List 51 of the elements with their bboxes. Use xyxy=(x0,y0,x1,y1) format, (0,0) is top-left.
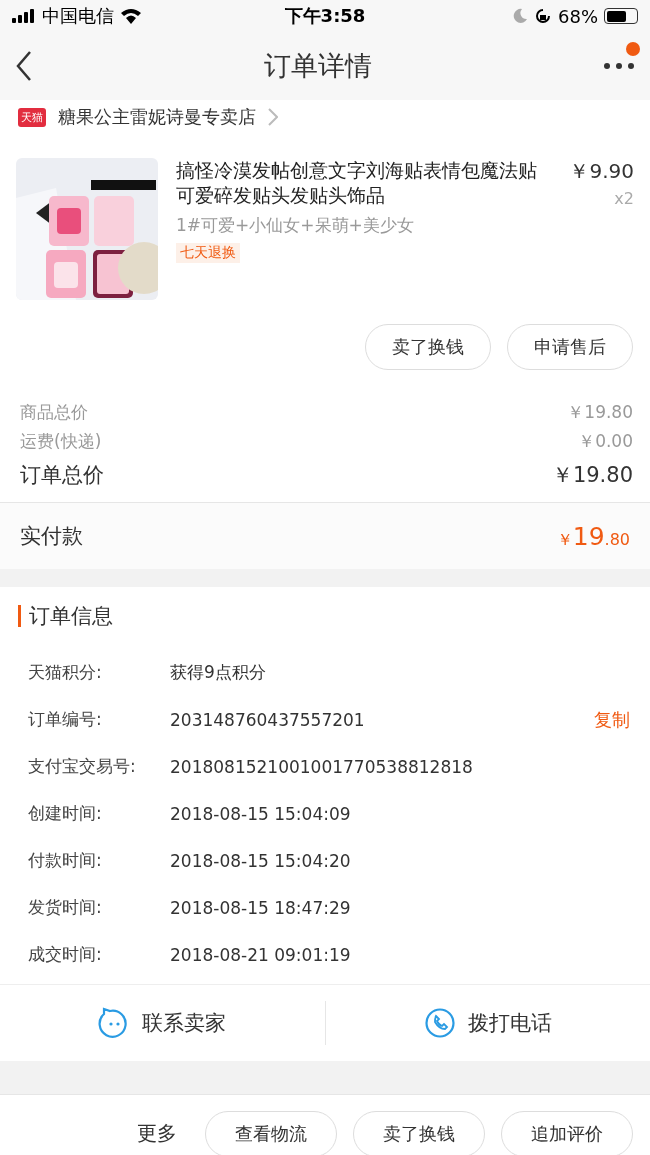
total-value: ￥19.80 xyxy=(551,462,633,489)
rotation-lock-icon xyxy=(534,7,552,25)
store-badge: 天猫 xyxy=(18,107,46,127)
carrier-name: 中国电信 xyxy=(42,4,114,28)
signal-icon xyxy=(12,9,36,23)
info-label: 成交时间: xyxy=(28,943,103,966)
more-icon[interactable] xyxy=(604,63,634,69)
more-link[interactable]: 更多 xyxy=(137,1120,177,1147)
action-button[interactable]: 查看物流 xyxy=(205,1110,337,1155)
battery-icon xyxy=(604,8,638,24)
info-label: 付款时间: xyxy=(28,849,103,872)
wifi-icon xyxy=(120,8,142,24)
info-label: 天猫积分: xyxy=(28,661,103,684)
info-value: 获得9点积分 xyxy=(170,661,267,684)
page-title: 订单详情 xyxy=(264,49,372,83)
info-label: 支付宝交易号: xyxy=(28,755,137,778)
back-icon[interactable] xyxy=(16,51,32,81)
product-price: ￥9.90 xyxy=(569,158,634,185)
info-value: 2018-08-15 15:04:09 xyxy=(170,803,352,824)
info-label: 订单编号: xyxy=(28,708,103,731)
info-value: 2018-08-15 15:04:20 xyxy=(170,850,352,871)
return-policy-tag: 七天退换 xyxy=(176,243,240,263)
info-label: 创建时间: xyxy=(28,802,103,825)
action-button[interactable]: 卖了换钱 xyxy=(353,1110,485,1155)
info-value: 2018-08-21 09:01:19 xyxy=(170,944,352,965)
product-quantity: x2 xyxy=(614,189,634,208)
product-title[interactable]: 搞怪冷漠发帖创意文字刘海贴表情包魔法贴可爱碎发贴头发贴头饰品 xyxy=(176,158,552,208)
total-value: ￥0.00 xyxy=(578,430,633,453)
product-variant: 1#可爱+小仙女+呆萌+美少女 xyxy=(176,214,414,237)
total-label: 商品总价 xyxy=(20,401,88,424)
info-label: 发货时间: xyxy=(28,896,103,919)
action-button[interactable]: 追加评价 xyxy=(501,1110,633,1155)
action-button[interactable]: 卖了换钱 xyxy=(365,324,491,370)
status-time: 下午3:58 xyxy=(284,4,366,28)
phone-icon xyxy=(423,1007,456,1039)
copy-link[interactable]: 复制 xyxy=(594,707,630,732)
contact-button[interactable]: 联系卖家 xyxy=(0,985,325,1061)
total-label: 订单总价 xyxy=(20,462,104,489)
total-label: 运费(快递) xyxy=(20,430,102,453)
action-button[interactable]: 申请售后 xyxy=(507,324,633,370)
store-name[interactable]: 糖果公主雷妮诗曼专卖店 xyxy=(58,105,256,129)
info-value: 2018081521001001770538812818 xyxy=(170,756,474,777)
info-value: 2018-08-15 18:47:29 xyxy=(170,897,352,918)
battery-percent: 68% xyxy=(558,5,598,27)
moon-icon xyxy=(512,8,528,24)
paid-amount: ￥19.80 xyxy=(556,521,630,551)
section-title: 订单信息 xyxy=(18,605,630,627)
total-value: ￥19.80 xyxy=(567,401,633,424)
info-value: 203148760437557201 xyxy=(170,709,366,730)
contact-button[interactable]: 拨打电话 xyxy=(325,985,650,1061)
paid-label: 实付款 xyxy=(20,523,83,550)
